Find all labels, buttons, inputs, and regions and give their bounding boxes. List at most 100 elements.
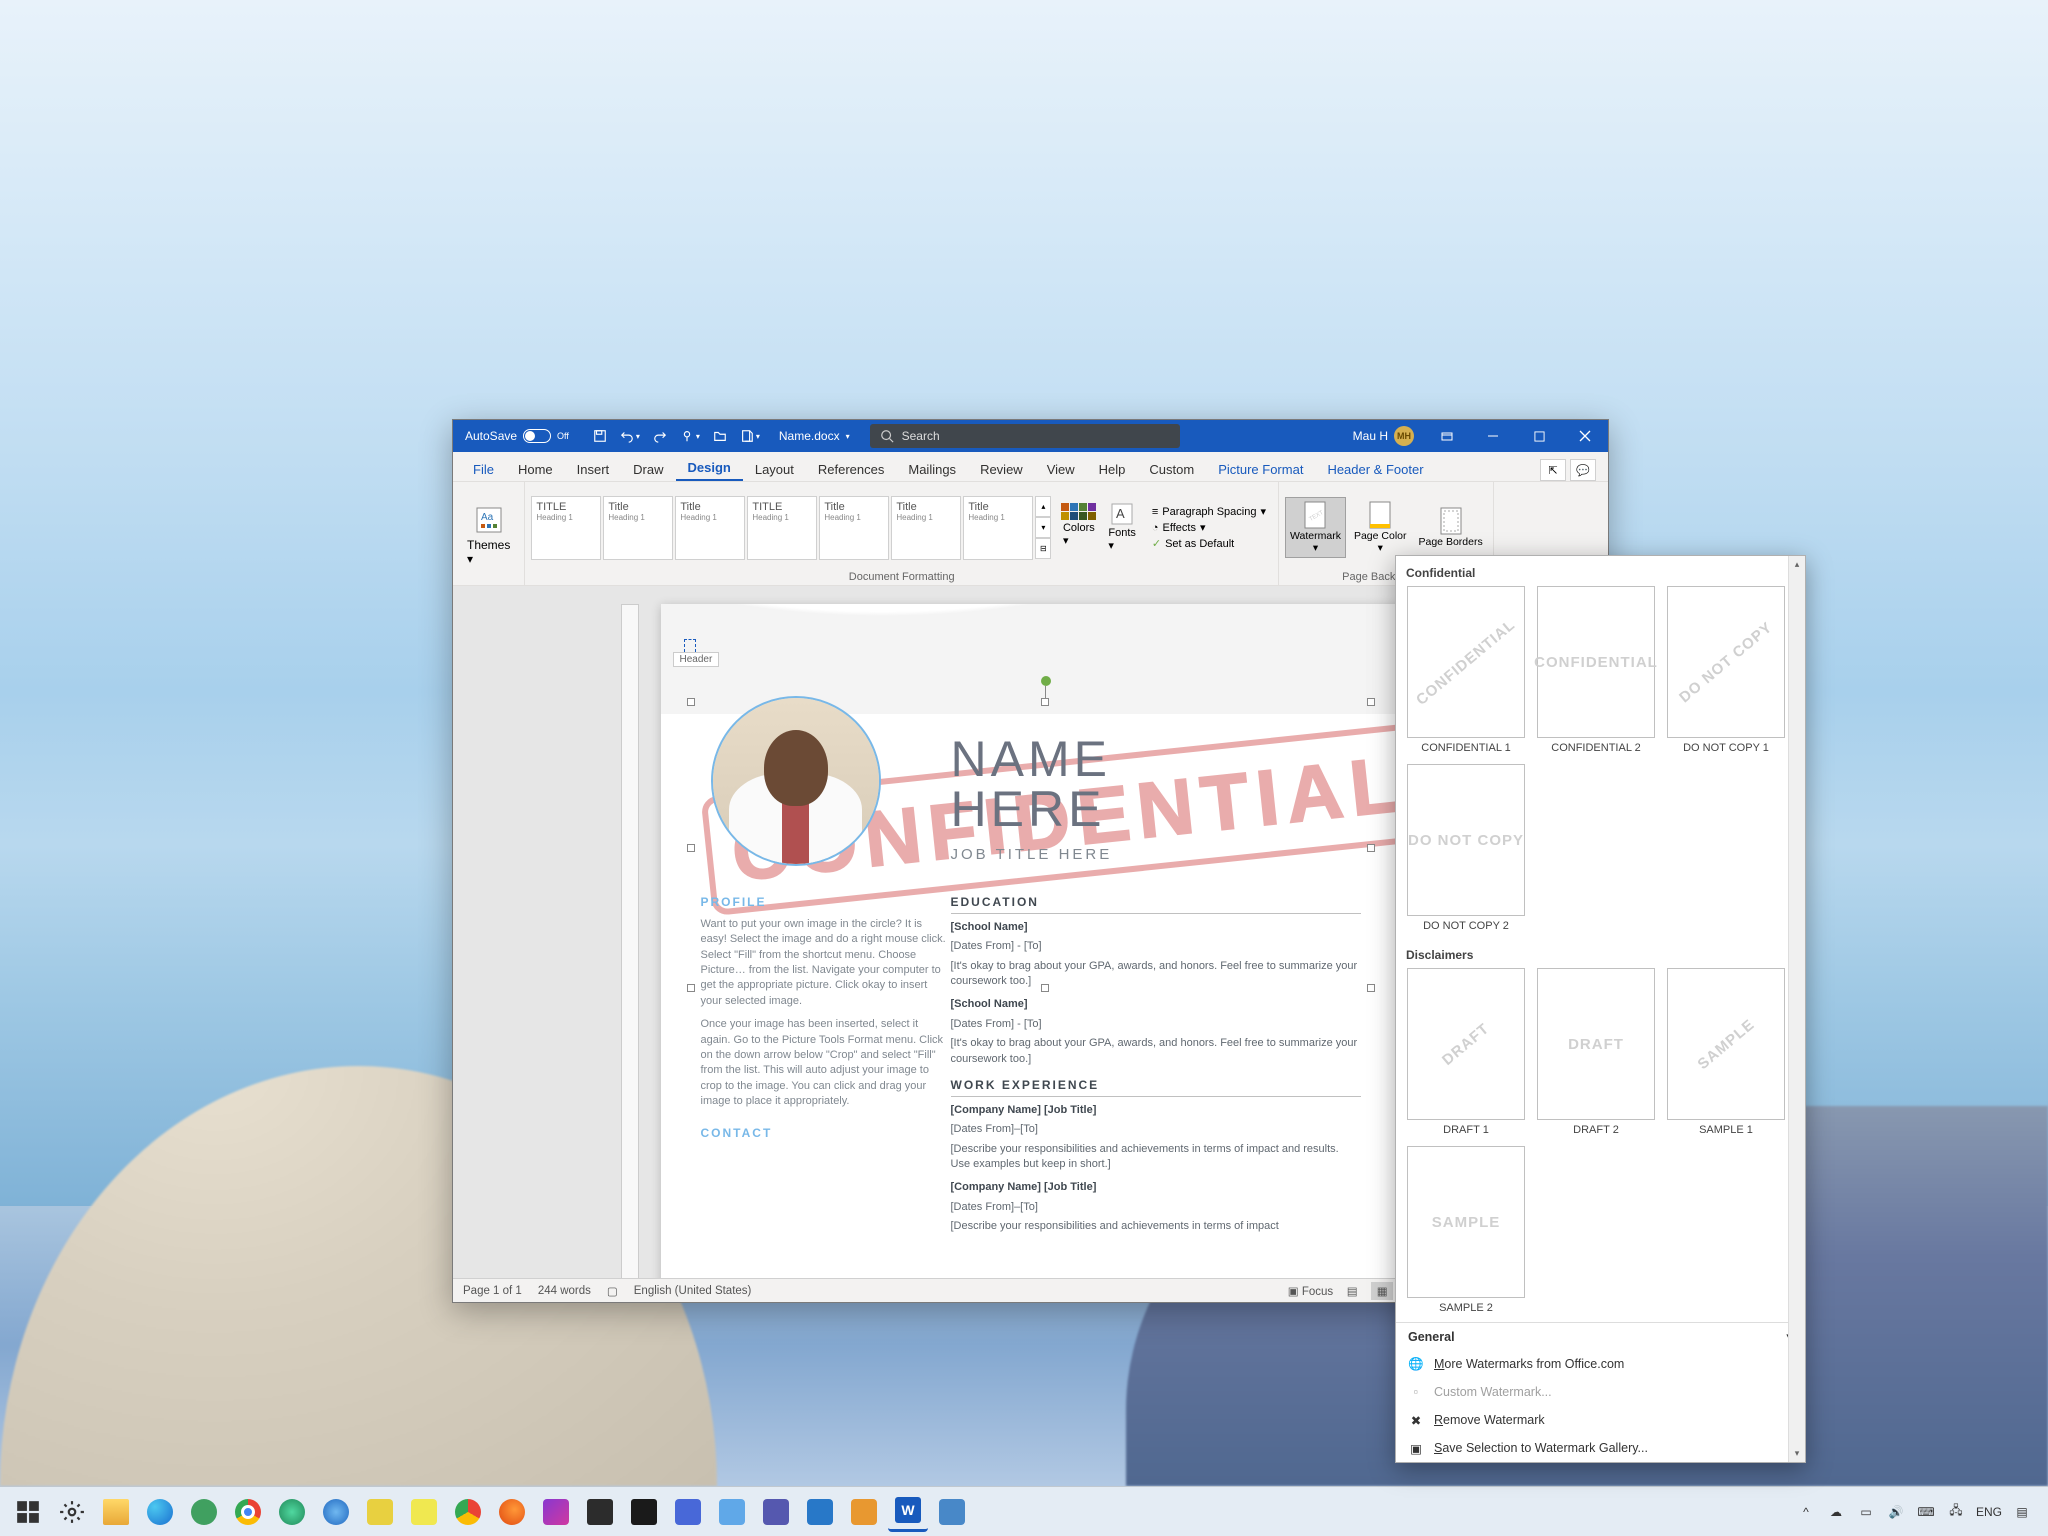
tab-header-footer[interactable]: Header & Footer bbox=[1315, 456, 1435, 481]
onedrive-icon[interactable]: ☁ bbox=[1826, 1502, 1846, 1522]
contact-heading[interactable]: CONTACT bbox=[701, 1125, 951, 1142]
tab-design[interactable]: Design bbox=[676, 454, 743, 481]
store-icon[interactable] bbox=[800, 1492, 840, 1532]
app-icon[interactable] bbox=[712, 1492, 752, 1532]
language-indicator[interactable]: ENG bbox=[1976, 1505, 2002, 1519]
watermark-option[interactable]: DO NOT COPYDO NOT COPY 1 bbox=[1666, 586, 1786, 754]
tab-view[interactable]: View bbox=[1035, 456, 1087, 481]
watermark-option[interactable]: CONFIDENTIALCONFIDENTIAL 1 bbox=[1406, 586, 1526, 754]
minimize-button[interactable] bbox=[1470, 420, 1516, 452]
read-mode-button[interactable]: ▤ bbox=[1341, 1282, 1363, 1300]
tray-overflow[interactable]: ^ bbox=[1796, 1502, 1816, 1522]
redo-button[interactable] bbox=[647, 423, 673, 449]
watermark-option[interactable]: DRAFTDRAFT 1 bbox=[1406, 968, 1526, 1136]
close-button[interactable] bbox=[1562, 420, 1608, 452]
action-center-icon[interactable]: ▤ bbox=[2012, 1502, 2032, 1522]
job-title[interactable]: JOB TITLE HERE bbox=[951, 846, 1113, 863]
tab-mailings[interactable]: Mailings bbox=[896, 456, 968, 481]
paragraph-spacing-button[interactable]: ≡Paragraph Spacing ▾ bbox=[1152, 505, 1266, 518]
selection-handle[interactable] bbox=[1367, 698, 1375, 706]
start-button[interactable] bbox=[8, 1492, 48, 1532]
colors-button[interactable]: Colors▾ bbox=[1055, 501, 1102, 554]
battery-icon[interactable]: ▭ bbox=[1856, 1502, 1876, 1522]
autosave-toggle[interactable]: AutoSave Off bbox=[453, 429, 581, 443]
work-heading[interactable]: WORK EXPERIENCE bbox=[951, 1077, 1361, 1097]
app-icon[interactable] bbox=[536, 1492, 576, 1532]
tab-review[interactable]: Review bbox=[968, 456, 1035, 481]
keyboard-icon[interactable]: ⌨ bbox=[1916, 1502, 1936, 1522]
watermark-button[interactable]: TEXT Watermark▾ bbox=[1285, 497, 1346, 557]
chrome-icon[interactable] bbox=[228, 1492, 268, 1532]
page-indicator[interactable]: Page 1 of 1 bbox=[463, 1285, 522, 1297]
new-button[interactable]: ▾ bbox=[737, 423, 763, 449]
app-icon[interactable] bbox=[844, 1492, 884, 1532]
firefox-icon[interactable] bbox=[492, 1492, 532, 1532]
edge-icon[interactable] bbox=[140, 1492, 180, 1532]
profile-heading[interactable]: PROFILE bbox=[701, 894, 951, 911]
open-button[interactable] bbox=[707, 423, 733, 449]
education-heading[interactable]: EDUCATION bbox=[951, 894, 1361, 914]
language-indicator[interactable]: English (United States) bbox=[634, 1285, 752, 1297]
scrollbar[interactable]: ▴▾ bbox=[1788, 556, 1805, 1462]
search-input[interactable]: Search bbox=[870, 424, 1180, 448]
themes-button[interactable]: Aa Themes▾ bbox=[459, 500, 518, 570]
selection-handle[interactable] bbox=[687, 984, 695, 992]
camera-icon[interactable] bbox=[932, 1492, 972, 1532]
word-icon[interactable]: W bbox=[888, 1492, 928, 1532]
focus-mode[interactable]: ▣ Focus bbox=[1288, 1284, 1333, 1298]
terminal-icon[interactable] bbox=[580, 1492, 620, 1532]
remove-watermark[interactable]: ✖ Remove Watermark bbox=[1396, 1406, 1805, 1434]
volume-icon[interactable]: 🔊 bbox=[1886, 1502, 1906, 1522]
save-selection-watermark[interactable]: ▣ Save Selection to Watermark Gallery... bbox=[1396, 1434, 1805, 1462]
tab-insert[interactable]: Insert bbox=[565, 456, 622, 481]
style-set-gallery[interactable]: TITLEHeading 1 TitleHeading 1 TitleHeadi… bbox=[531, 496, 1051, 560]
share-button[interactable]: ⇱ bbox=[1540, 459, 1566, 481]
ribbon-display-button[interactable] bbox=[1424, 420, 1470, 452]
user-account[interactable]: Mau H MH bbox=[1343, 426, 1424, 446]
effects-button[interactable]: ◔Effects ▾ bbox=[1152, 521, 1266, 534]
tab-help[interactable]: Help bbox=[1087, 456, 1138, 481]
document-name[interactable]: Name.docx▾ bbox=[769, 429, 860, 443]
set-default-button[interactable]: ✓Set as Default bbox=[1152, 537, 1266, 550]
network-icon[interactable]: 🖧 bbox=[1946, 1502, 1966, 1522]
settings-icon[interactable] bbox=[52, 1492, 92, 1532]
comments-button[interactable]: 💬 bbox=[1570, 459, 1596, 481]
watermark-option[interactable]: CONFIDENTIALCONFIDENTIAL 2 bbox=[1536, 586, 1656, 754]
tab-file[interactable]: File bbox=[461, 456, 506, 481]
chrome-icon[interactable] bbox=[448, 1492, 488, 1532]
selection-handle[interactable] bbox=[1041, 698, 1049, 706]
maximize-button[interactable] bbox=[1516, 420, 1562, 452]
edge-beta-icon[interactable] bbox=[316, 1492, 356, 1532]
more-watermarks-office[interactable]: 🌐 More Watermarks from Office.com › bbox=[1396, 1350, 1805, 1378]
fonts-button[interactable]: A Fonts▾ bbox=[1102, 501, 1142, 554]
tab-draw[interactable]: Draw bbox=[621, 456, 675, 481]
page-borders-button[interactable]: Page Borders bbox=[1415, 504, 1487, 551]
word-count[interactable]: 244 words bbox=[538, 1285, 591, 1297]
print-layout-button[interactable]: ▦ bbox=[1371, 1282, 1393, 1300]
profile-text[interactable]: Want to put your own image in the circle… bbox=[701, 917, 951, 1009]
app-icon[interactable] bbox=[404, 1492, 444, 1532]
watermark-option[interactable]: SAMPLESAMPLE 2 bbox=[1406, 1146, 1526, 1314]
tab-layout[interactable]: Layout bbox=[743, 456, 806, 481]
watermark-general-header[interactable]: General▾ bbox=[1396, 1323, 1805, 1350]
profile-text[interactable]: Once your image has been inserted, selec… bbox=[701, 1017, 951, 1109]
gallery-more[interactable]: ▴▾⊟ bbox=[1035, 496, 1051, 560]
app-icon[interactable] bbox=[668, 1492, 708, 1532]
tab-home[interactable]: Home bbox=[506, 456, 565, 481]
watermark-option[interactable]: DO NOT COPYDO NOT COPY 2 bbox=[1406, 764, 1526, 932]
edge-dev-icon[interactable] bbox=[272, 1492, 312, 1532]
tab-picture-format[interactable]: Picture Format bbox=[1206, 456, 1315, 481]
spell-check-icon[interactable]: ▢ bbox=[607, 1284, 618, 1298]
file-explorer-icon[interactable] bbox=[96, 1492, 136, 1532]
app-icon[interactable] bbox=[360, 1492, 400, 1532]
selection-handle[interactable] bbox=[687, 844, 695, 852]
selection-handle[interactable] bbox=[1367, 984, 1375, 992]
tab-references[interactable]: References bbox=[806, 456, 896, 481]
profile-photo[interactable] bbox=[711, 696, 881, 866]
undo-button[interactable]: ▾ bbox=[617, 423, 643, 449]
selection-handle[interactable] bbox=[1367, 844, 1375, 852]
watermark-option[interactable]: SAMPLESAMPLE 1 bbox=[1666, 968, 1786, 1136]
selection-handle[interactable] bbox=[687, 698, 695, 706]
watermark-option[interactable]: DRAFTDRAFT 2 bbox=[1536, 968, 1656, 1136]
touch-mode-button[interactable]: ▾ bbox=[677, 423, 703, 449]
